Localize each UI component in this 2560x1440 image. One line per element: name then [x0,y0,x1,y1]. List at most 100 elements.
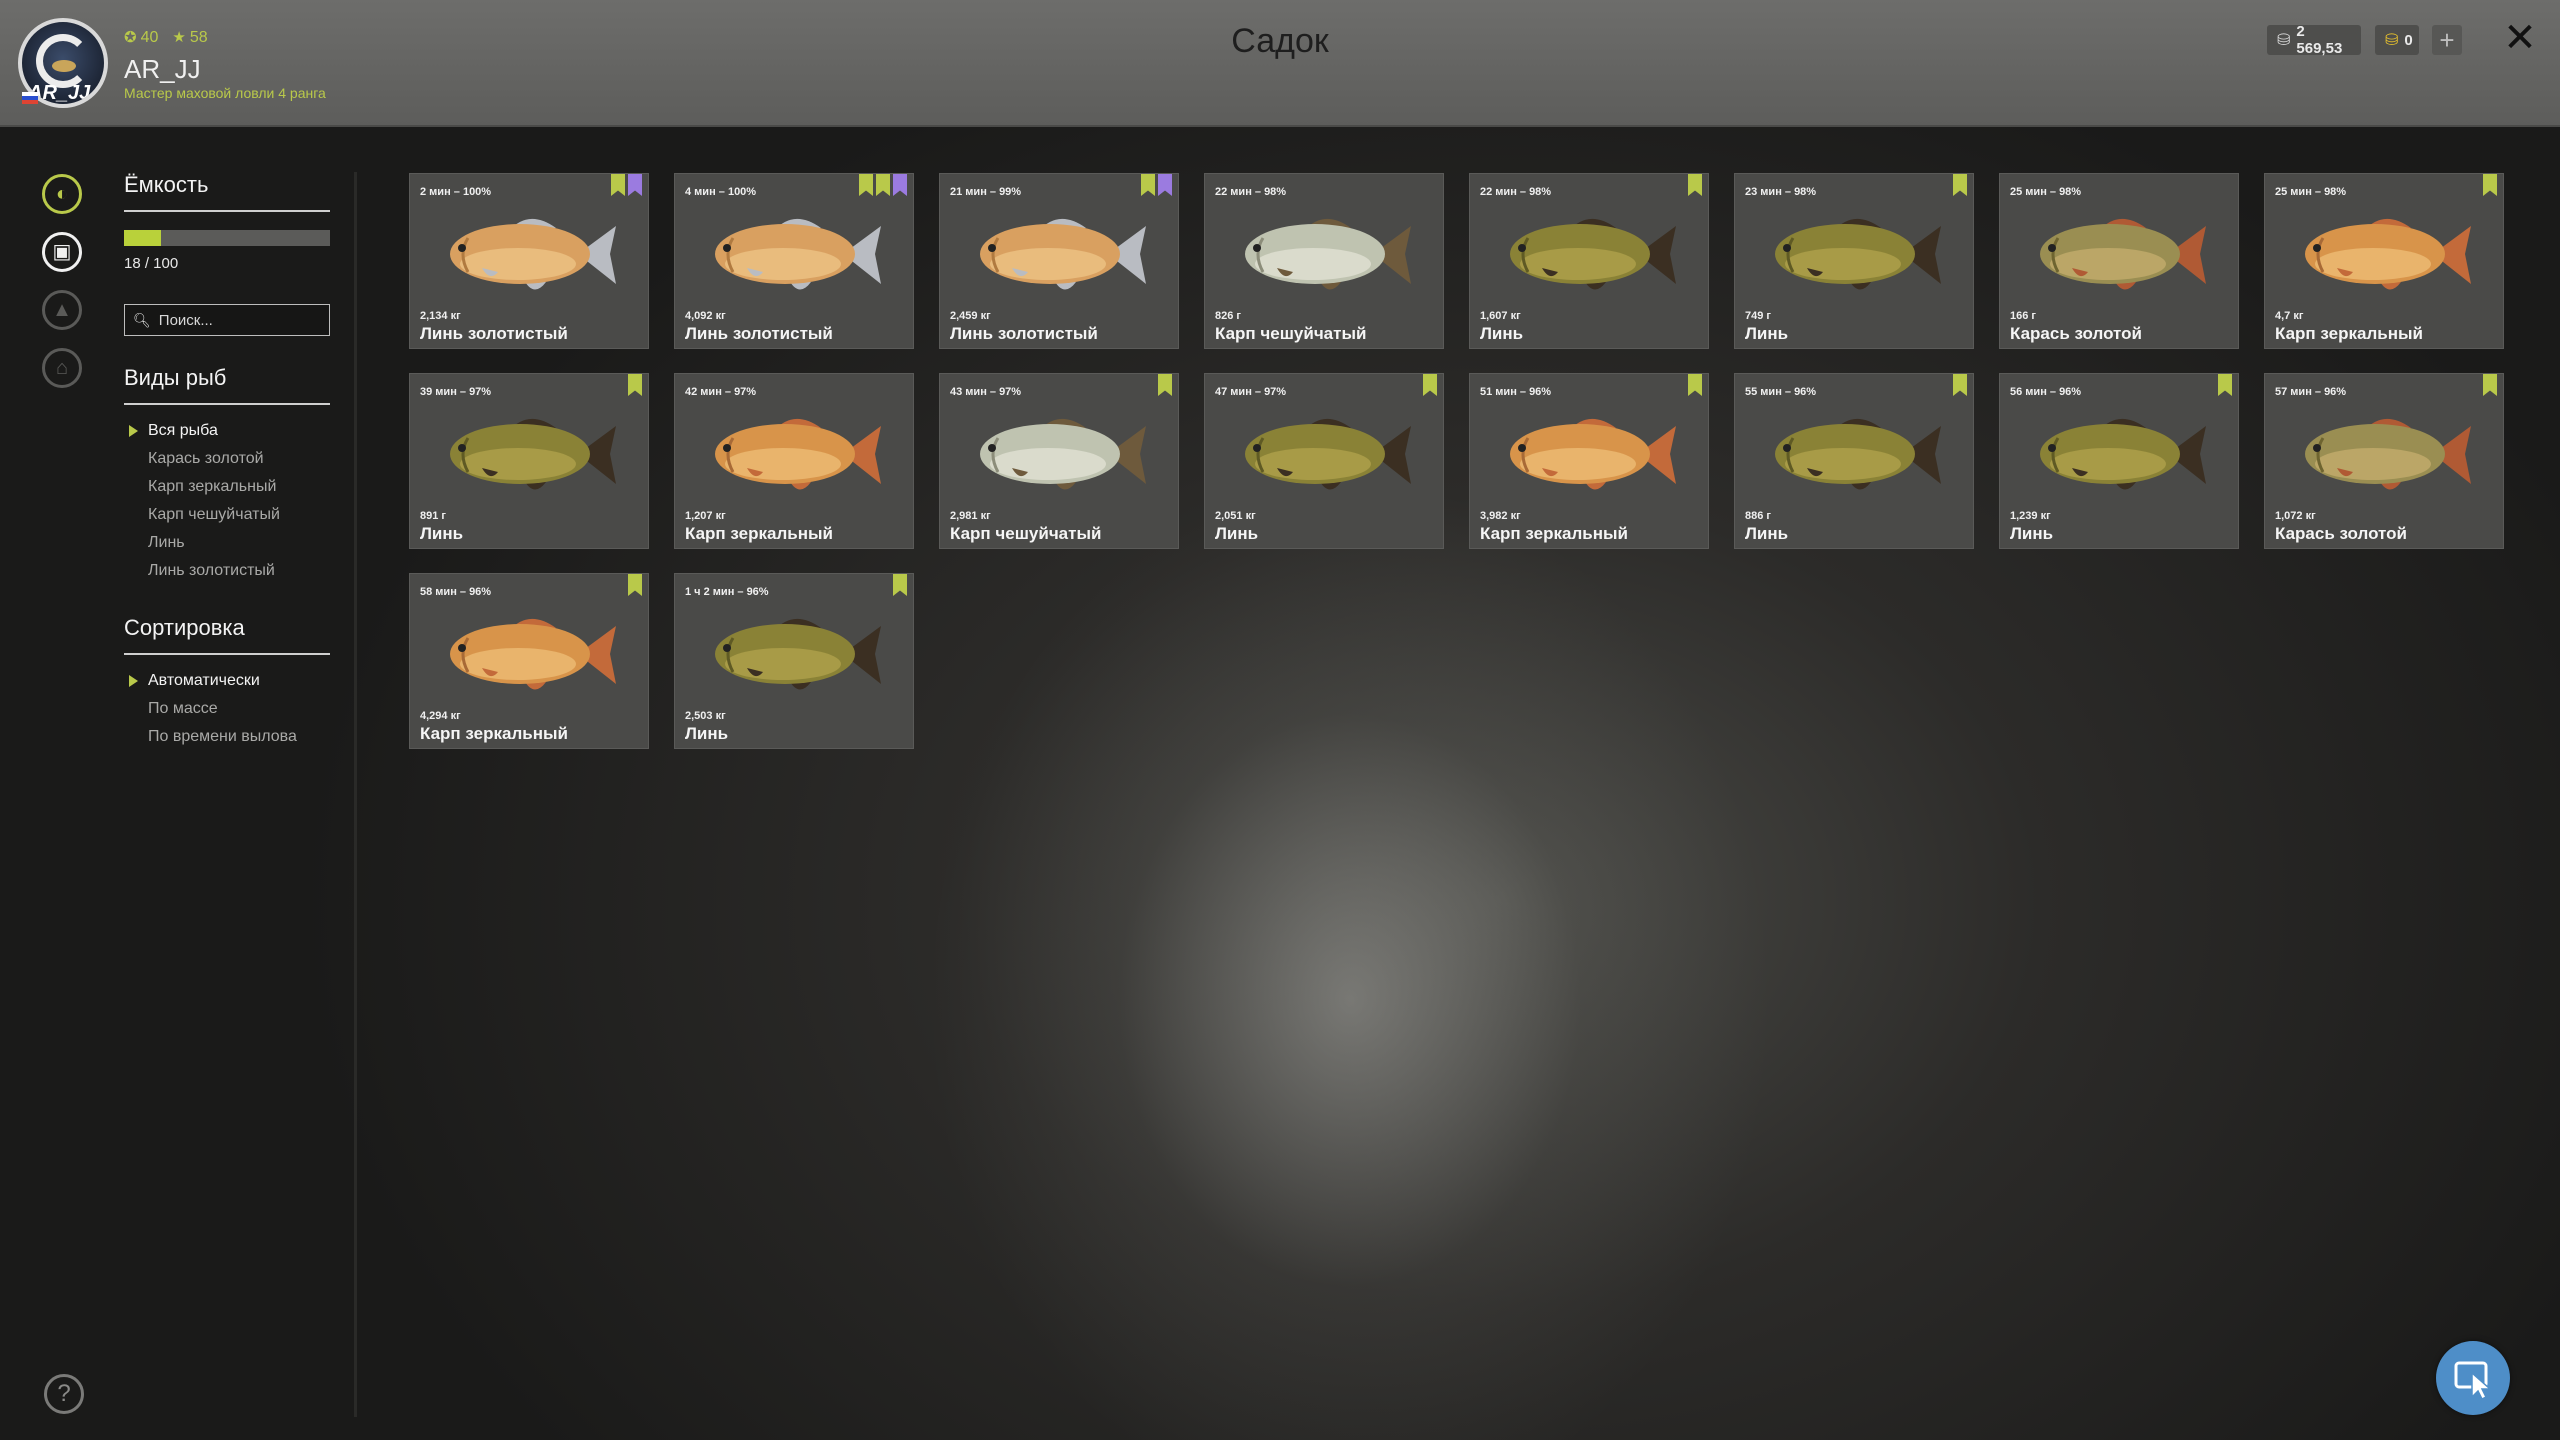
fish-weight: 1,072 кг [2275,510,2316,522]
home-tab[interactable]: ⌂ [42,348,82,388]
fish-card[interactable]: 43 мин – 97% 2,981 кг Карп чешуйчатый [939,373,1179,549]
flame-icon: ▲ [52,299,72,321]
country-flag-icon [22,92,38,104]
fish-catch-time: 58 мин – 96% [420,586,492,598]
fish-weight: 2,503 кг [685,710,726,722]
fish-card[interactable]: 39 мин – 97% 891 г Линь [409,373,649,549]
fish-weight: 166 г [2010,310,2036,322]
player-rank: Мастер маховой ловли 4 ранга [124,85,326,101]
sort-title: Сортировка [124,615,330,655]
fish-catch-time: 57 мин – 96% [2275,386,2347,398]
fish-card[interactable]: 56 мин – 96% 1,239 кг Линь [1999,373,2239,549]
mirror-carp-fish-icon [1510,418,1676,490]
crucian-fish-icon [2305,418,2471,490]
basket-icon: ▣ [52,241,72,263]
page-title: Садок [1231,22,1329,60]
fish-name: Линь золотистый [950,324,1098,343]
fish-card[interactable]: 58 мин – 96% 4,294 кг Карп зеркальный [409,573,649,749]
green-bookmark-icon [611,174,625,196]
green-bookmark-icon [1953,174,1967,196]
fish-card[interactable]: 21 мин – 99% 2,459 кг Линь золотистый [939,173,1179,349]
green-bookmark-icon [628,574,642,596]
search-icon: 🔍︎ [133,311,151,328]
fish-catch-time: 42 мин – 97% [685,386,757,398]
species-item-crucian[interactable]: Карась золотой [124,445,330,473]
fish-weight: 1,207 кг [685,510,726,522]
fish-card[interactable]: 25 мин – 98% 166 г Карась золотой [1999,173,2239,349]
mirror-carp-fish-icon [715,418,881,490]
fish-catch-time: 4 мин – 100% [685,186,757,198]
green-bookmark-icon [1158,374,1172,396]
fish-weight: 2,051 кг [1215,510,1256,522]
species-item-golden-tench[interactable]: Линь золотистый [124,557,330,585]
fish-weight: 886 г [1745,510,1771,522]
silver-value: 2 569,53 [2296,23,2343,57]
fish-card[interactable]: 42 мин – 97% 1,207 кг Карп зеркальный [674,373,914,549]
fish-name: Карась золотой [2010,324,2142,343]
fish-card[interactable]: 51 мин – 96% 3,982 кг Карп зеркальный [1469,373,1709,549]
fish-card[interactable]: 55 мин – 96% 886 г Линь [1734,373,1974,549]
fish-name: Карп зеркальный [1480,524,1628,543]
fish-card[interactable]: 57 мин – 96% 1,072 кг Карась золотой [2264,373,2504,549]
cooler-tab[interactable]: ▣ [42,232,82,272]
fish-net-icon: ◐ [55,183,69,205]
golden-tench-fish-icon [715,218,881,290]
avatar-fish-icon [52,60,76,72]
species-item-mirror-carp[interactable]: Карп зеркальный [124,473,330,501]
green-bookmark-icon [876,174,890,196]
fish-card[interactable]: 22 мин – 98% 826 г Карп чешуйчатый [1204,173,1444,349]
fish-card[interactable]: 22 мин – 98% 1,607 кг Линь [1469,173,1709,349]
sort-item-time[interactable]: По времени вылова [124,723,330,751]
purple-bookmark-icon [628,174,642,196]
species-item-scaled-carp[interactable]: Карп чешуйчатый [124,501,330,529]
tench-fish-icon [450,418,616,490]
help-icon[interactable]: ? [44,1374,84,1414]
capacity-bar-fill [124,230,162,246]
fish-catch-time: 51 мин – 96% [1480,386,1552,398]
sort-list: Автоматически По массе По времени вылова [124,667,330,751]
golden-tench-fish-icon [980,218,1146,290]
species-section: Виды рыб [124,365,330,405]
fish-catch-time: 43 мин – 97% [950,386,1022,398]
fish-card[interactable]: 1 ч 2 мин – 96% 2,503 кг Линь [674,573,914,749]
close-button[interactable]: ✕ [2500,18,2540,58]
species-title: Виды рыб [124,365,330,405]
capacity-text: 18 / 100 [124,255,179,272]
search-box[interactable]: 🔍︎ [124,304,330,336]
pointer-icon [2454,1361,2492,1401]
species-item-tench[interactable]: Линь [124,529,330,557]
search-input[interactable] [156,310,321,330]
add-currency-button[interactable]: + [2432,25,2462,55]
fish-name: Линь [2010,524,2054,543]
fish-name: Карп чешуйчатый [1215,324,1367,343]
gold-balance[interactable]: ⛁ 0 [2375,25,2419,55]
fish-card[interactable]: 25 мин – 98% 4,7 кг Карп зеркальный [2264,173,2504,349]
mirror-carp-fish-icon [450,618,616,690]
fish-card[interactable]: 47 мин – 97% 2,051 кг Линь [1204,373,1444,549]
keepnet-tab[interactable]: ◐ [42,174,82,214]
sort-item-mass[interactable]: По массе [124,695,330,723]
fish-name: Линь золотистый [420,324,568,343]
top-bar: AR_JJ ✪ 40 ★ 58 AR_JJ Мастер маховой ловли… [0,0,2560,127]
purple-bookmark-icon [1158,174,1172,196]
green-bookmark-icon [1688,174,1702,196]
fish-name: Карп зеркальный [685,524,833,543]
sidebar-divider [354,172,357,1417]
silver-balance[interactable]: ⛁ 2 569,53 [2267,23,2361,57]
species-item-all[interactable]: Вся рыба [124,417,330,445]
gold-value: 0 [2404,31,2413,49]
trophy-tab[interactable]: ▲ [42,290,82,330]
crucian-fish-icon [2040,218,2206,290]
fish-name: Карп зеркальный [2275,324,2423,343]
sort-item-auto[interactable]: Автоматически [124,667,330,695]
fish-card[interactable]: 4 мин – 100% 4,092 кг Линь золотистый [674,173,914,349]
fish-name: Карп зеркальный [420,724,568,743]
fish-catch-time: 47 мин – 97% [1215,386,1287,398]
fish-catch-time: 22 мин – 98% [1215,186,1287,198]
house-icon: ⌂ [55,357,69,379]
fish-card[interactable]: 23 мин – 98% 749 г Линь [1734,173,1974,349]
fish-weight: 4,092 кг [685,310,726,322]
cursor-mode-button[interactable] [2436,1341,2510,1415]
fish-card[interactable]: 2 мин – 100% 2,134 кг Линь золотистый [409,173,649,349]
fish-name: Линь [1215,524,1259,543]
